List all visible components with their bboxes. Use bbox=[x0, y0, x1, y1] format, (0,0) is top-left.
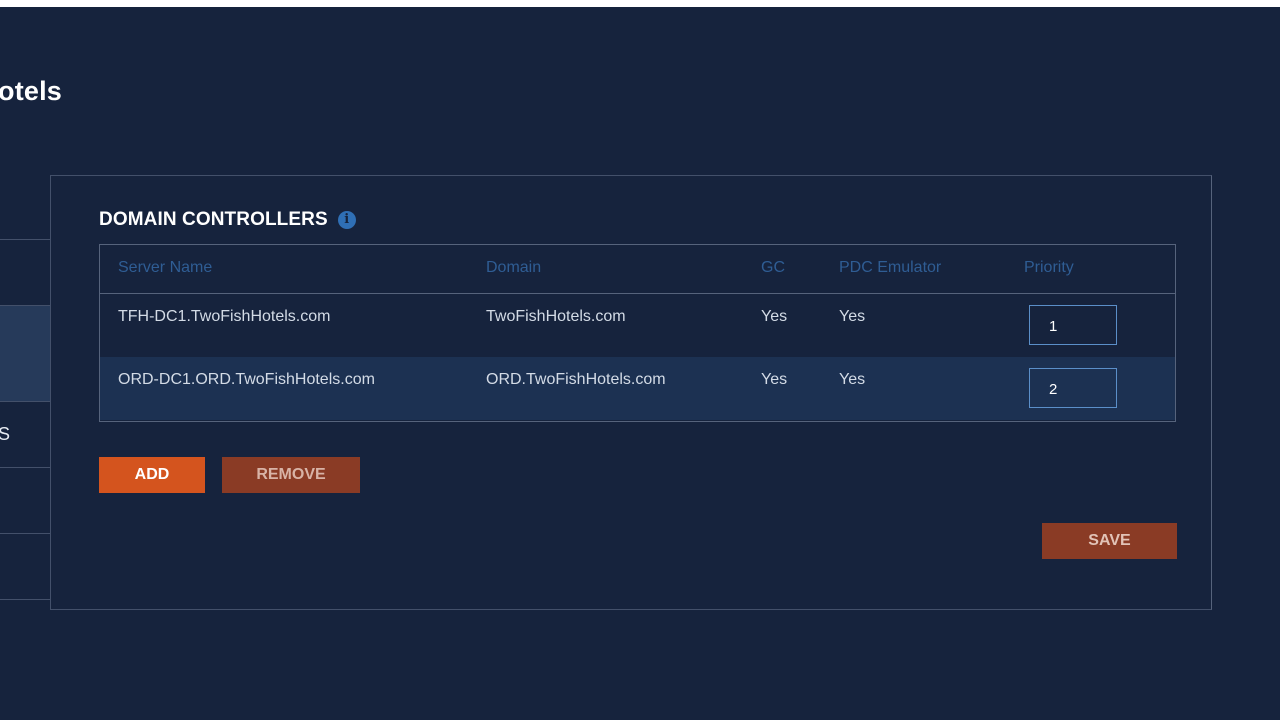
domain-controllers-panel: DOMAIN CONTROLLERS i Server Name Domain … bbox=[50, 175, 1212, 610]
side-tab-6[interactable] bbox=[0, 534, 51, 600]
priority-input[interactable] bbox=[1029, 305, 1117, 345]
column-header-domain[interactable]: Domain bbox=[486, 259, 541, 277]
side-tab-2[interactable] bbox=[0, 240, 51, 306]
cell-pdc-emulator: Yes bbox=[839, 371, 866, 388]
priority-input[interactable] bbox=[1029, 368, 1117, 408]
side-tab-5[interactable] bbox=[0, 468, 51, 534]
table-row[interactable]: TFH-DC1.TwoFishHotels.com TwoFishHotels.… bbox=[100, 294, 1175, 357]
cell-domain: TwoFishHotels.com bbox=[486, 308, 626, 325]
cell-server-name: ORD-DC1.ORD.TwoFishHotels.com bbox=[118, 371, 375, 388]
remove-button[interactable]: REMOVE bbox=[222, 457, 360, 493]
column-header-pdc-emulator[interactable]: PDC Emulator bbox=[839, 259, 941, 277]
side-tab-4[interactable]: S bbox=[0, 402, 51, 468]
cell-gc: Yes bbox=[761, 371, 788, 388]
table-row-selected[interactable]: ORD-DC1.ORD.TwoFishHotels.com ORD.TwoFis… bbox=[100, 357, 1175, 420]
info-icon[interactable]: i bbox=[337, 211, 356, 229]
table-header: Server Name Domain GC PDC Emulator Prior… bbox=[100, 245, 1175, 294]
cell-pdc-emulator: Yes bbox=[839, 308, 866, 325]
side-tab-strip: S bbox=[0, 175, 51, 607]
side-tab-label: S bbox=[0, 424, 11, 444]
side-tab-1[interactable] bbox=[0, 175, 51, 240]
add-button[interactable]: ADD bbox=[99, 457, 205, 493]
column-header-gc[interactable]: GC bbox=[761, 259, 785, 277]
cell-server-name: TFH-DC1.TwoFishHotels.com bbox=[118, 308, 331, 325]
column-header-priority[interactable]: Priority bbox=[1024, 259, 1074, 277]
section-title-text: DOMAIN CONTROLLERS bbox=[99, 209, 328, 230]
page-title: otels bbox=[0, 76, 63, 106]
side-tab-3-active[interactable] bbox=[0, 306, 51, 402]
domain-controllers-table: Server Name Domain GC PDC Emulator Prior… bbox=[99, 244, 1176, 422]
cell-gc: Yes bbox=[761, 308, 788, 325]
section-title: DOMAIN CONTROLLERS i bbox=[99, 209, 356, 231]
top-bar bbox=[0, 0, 1280, 7]
cell-domain: ORD.TwoFishHotels.com bbox=[486, 371, 666, 388]
column-header-server-name[interactable]: Server Name bbox=[118, 259, 212, 277]
save-button[interactable]: SAVE bbox=[1042, 523, 1177, 559]
